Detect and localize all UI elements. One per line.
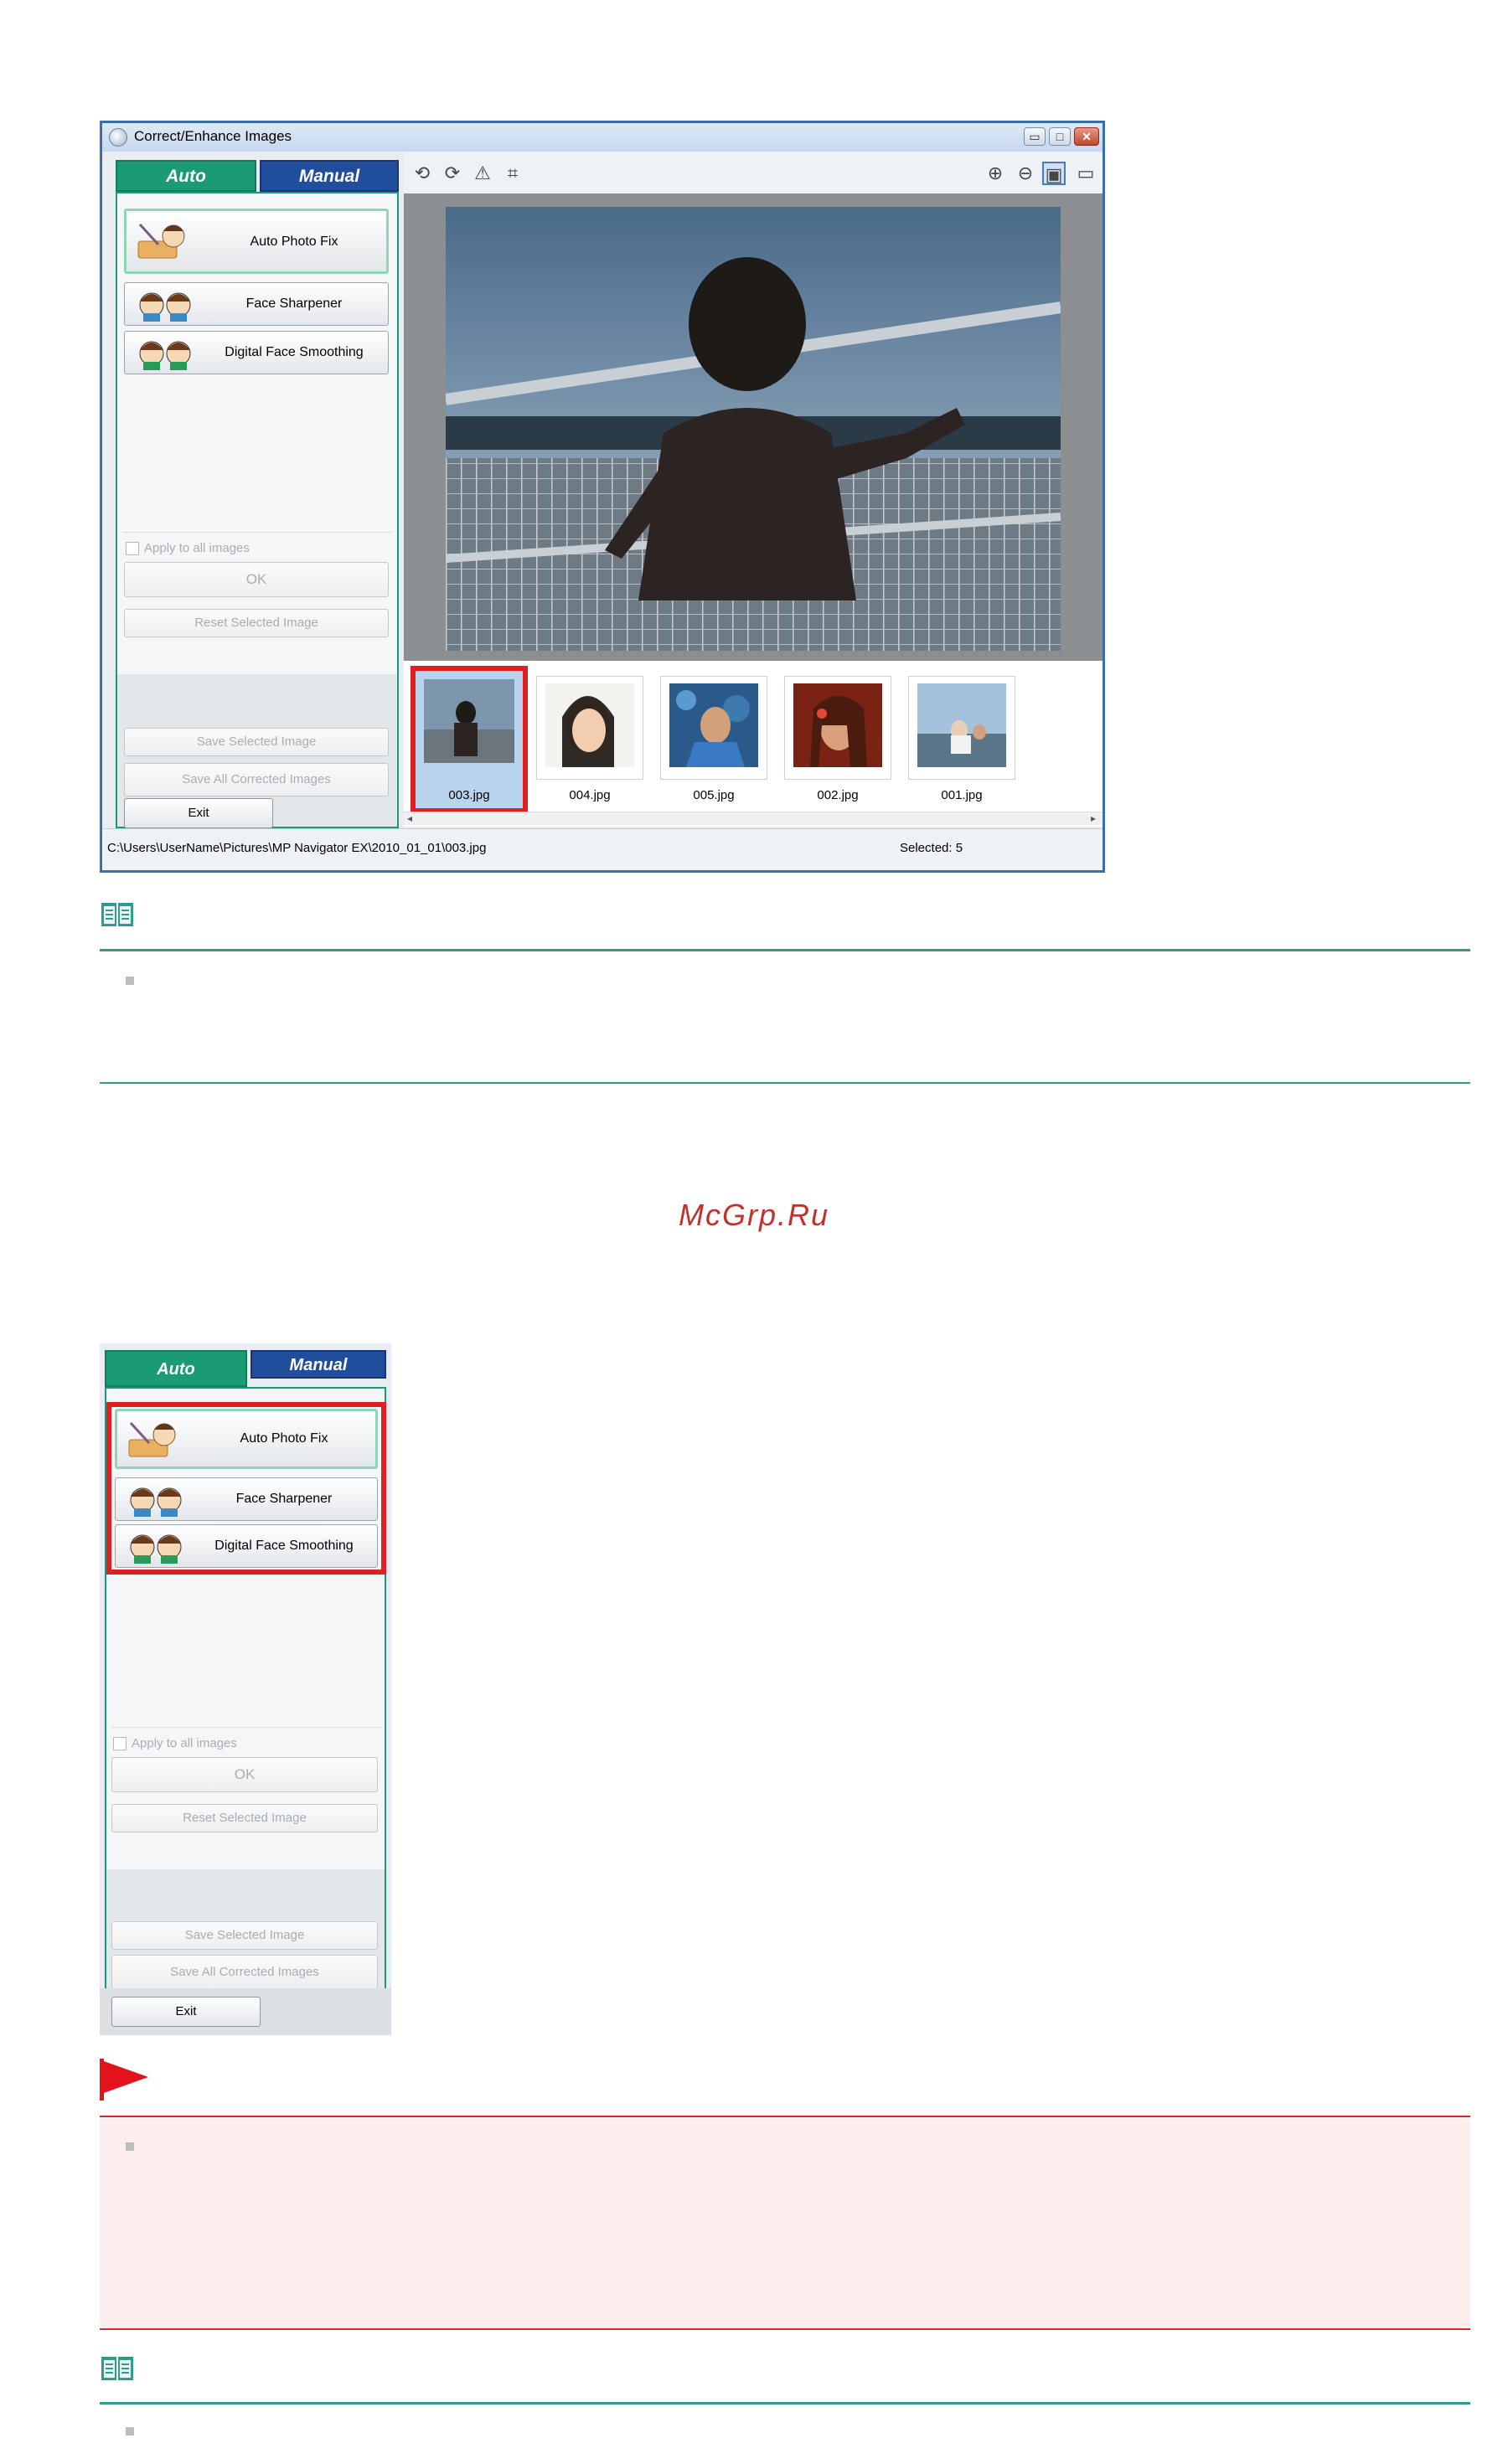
save-all-corrected-images-button[interactable]: Save All Corrected Images xyxy=(111,1955,378,1990)
compare-icon[interactable]: ▭ xyxy=(1074,162,1097,185)
digital-face-smoothing-button[interactable]: Digital Face Smoothing xyxy=(124,331,389,374)
auto-photo-fix-button[interactable]: Auto Photo Fix xyxy=(115,1409,378,1469)
thumbnail-001[interactable] xyxy=(908,676,1015,780)
save-selected-image-button[interactable]: Save Selected Image xyxy=(124,728,389,756)
thumbnail-image xyxy=(669,683,758,767)
auto-photo-fix-label: Auto Photo Fix xyxy=(240,1431,328,1446)
flip-icon[interactable]: ⚠ xyxy=(471,162,494,185)
close-button[interactable]: ✕ xyxy=(1074,127,1099,146)
divider xyxy=(122,532,392,533)
auto-photo-fix-button[interactable]: Auto Photo Fix xyxy=(124,209,389,274)
digital-face-smoothing-label: Digital Face Smoothing xyxy=(214,1539,354,1553)
title-bar: Correct/Enhance Images ▭ □ ✕ xyxy=(102,123,1103,152)
face-sharpener-button[interactable]: Face Sharpener xyxy=(115,1477,378,1521)
note-bullet xyxy=(126,977,134,985)
exit-button[interactable]: Exit xyxy=(111,1997,261,2027)
mode-tabs: Auto Manual xyxy=(116,160,399,192)
important-box xyxy=(100,2116,1470,2330)
face-sharpener-label: Face Sharpener xyxy=(235,1492,333,1506)
thumbnail-label: 004.jpg xyxy=(569,788,611,802)
whole-image-icon[interactable]: ▣ xyxy=(1042,162,1066,185)
maximize-button[interactable]: □ xyxy=(1049,127,1071,146)
auto-panel: Auto Photo Fix Face Sharpener Digital Fa… xyxy=(105,1387,386,2032)
apply-all-checkbox[interactable] xyxy=(113,1737,127,1750)
ok-button[interactable]: OK xyxy=(111,1757,378,1792)
face-sharpener-icon xyxy=(130,1487,182,1517)
auto-panel: Auto Photo Fix Face Sharpener Digital Fa… xyxy=(116,192,399,828)
note-divider xyxy=(100,1082,1470,1084)
thumbnail-image xyxy=(545,683,634,767)
face-sharpener-button[interactable]: Face Sharpener xyxy=(124,282,389,326)
ok-button[interactable]: OK xyxy=(124,562,389,597)
toolbar: ⟲ ⟳ ⚠ ⌗ ⊕ ⊖ ▣ ▭ xyxy=(404,152,1103,193)
note-divider xyxy=(100,949,1470,951)
scroll-right-icon[interactable]: ▸ xyxy=(1091,812,1096,824)
save-selected-image-button[interactable]: Save Selected Image xyxy=(111,1921,378,1950)
thumbnail-strip: 003.jpg 004.jpg 005.jpg 002.jpg 001.jpg … xyxy=(404,661,1103,827)
important-bullet xyxy=(126,2142,134,2151)
auto-photo-fix-label: Auto Photo Fix xyxy=(250,235,338,249)
digital-face-smoothing-icon xyxy=(130,1534,182,1564)
digital-face-smoothing-button[interactable]: Digital Face Smoothing xyxy=(115,1524,378,1568)
tab-auto[interactable]: Auto xyxy=(116,160,256,192)
thumbnail-002[interactable] xyxy=(784,676,891,780)
reset-selected-image-button[interactable]: Reset Selected Image xyxy=(124,609,389,637)
thumbnail-005[interactable] xyxy=(660,676,767,780)
note-icon xyxy=(101,2357,133,2380)
thumbnail-image xyxy=(793,683,882,767)
zoom-in-icon[interactable]: ⊕ xyxy=(984,162,1007,185)
thumbnail-004[interactable] xyxy=(536,676,643,780)
zoom-out-icon[interactable]: ⊖ xyxy=(1014,162,1037,185)
rotate-left-icon[interactable]: ⟲ xyxy=(411,162,434,185)
save-all-corrected-images-button[interactable]: Save All Corrected Images xyxy=(124,763,389,796)
minimize-button[interactable]: ▭ xyxy=(1024,127,1046,146)
thumbnail-label: 005.jpg xyxy=(693,788,735,802)
horizontal-scrollbar[interactable]: ◂ ▸ xyxy=(404,812,1103,825)
thumbnail-label: 001.jpg xyxy=(941,788,983,802)
watermark: McGrp.Ru xyxy=(678,1198,830,1232)
image-preview xyxy=(404,193,1103,661)
file-path: C:\Users\UserName\Pictures\MP Navigator … xyxy=(107,841,487,855)
note-divider xyxy=(100,2402,1470,2405)
apply-all-label: Apply to all images xyxy=(144,541,250,555)
thumbnail-label: 002.jpg xyxy=(817,788,859,802)
important-flag-icon xyxy=(100,2059,148,2101)
exit-button[interactable]: Exit xyxy=(124,798,273,828)
divider xyxy=(111,1727,381,1728)
crop-icon[interactable]: ⌗ xyxy=(501,162,524,185)
apply-all-checkbox[interactable] xyxy=(126,542,139,555)
auto-photo-fix-icon xyxy=(137,223,185,259)
auto-photo-fix-icon xyxy=(128,1421,176,1457)
app-icon xyxy=(109,128,127,147)
thumbnail-image xyxy=(424,679,514,763)
face-sharpener-label: Face Sharpener xyxy=(245,296,343,311)
note-bullet xyxy=(126,2427,134,2436)
digital-face-smoothing-label: Digital Face Smoothing xyxy=(225,345,364,359)
rotate-right-icon[interactable]: ⟳ xyxy=(441,162,464,185)
thumbnail-label: 003.jpg xyxy=(448,788,490,802)
status-bar: C:\Users\UserName\Pictures\MP Navigator … xyxy=(102,828,1103,870)
preview-photo xyxy=(446,207,1061,651)
tab-manual[interactable]: Manual xyxy=(250,1350,386,1379)
apply-all-label: Apply to all images xyxy=(132,1736,237,1750)
thumbnail-image xyxy=(917,683,1006,767)
window-title: Correct/Enhance Images xyxy=(134,128,292,144)
correct-enhance-window: Correct/Enhance Images ▭ □ ✕ Auto Manual… xyxy=(100,121,1105,873)
digital-face-smoothing-icon xyxy=(139,341,191,370)
reset-selected-image-button[interactable]: Reset Selected Image xyxy=(111,1804,378,1833)
auto-panel-closeup: Auto Manual Auto Photo Fix Face Sharpene… xyxy=(100,1343,391,2035)
selected-count: Selected: 5 xyxy=(900,841,963,855)
tab-manual[interactable]: Manual xyxy=(260,160,399,192)
face-sharpener-icon xyxy=(139,292,191,322)
note-icon xyxy=(101,903,133,926)
tab-auto[interactable]: Auto xyxy=(105,1350,247,1387)
scroll-left-icon[interactable]: ◂ xyxy=(407,812,412,824)
